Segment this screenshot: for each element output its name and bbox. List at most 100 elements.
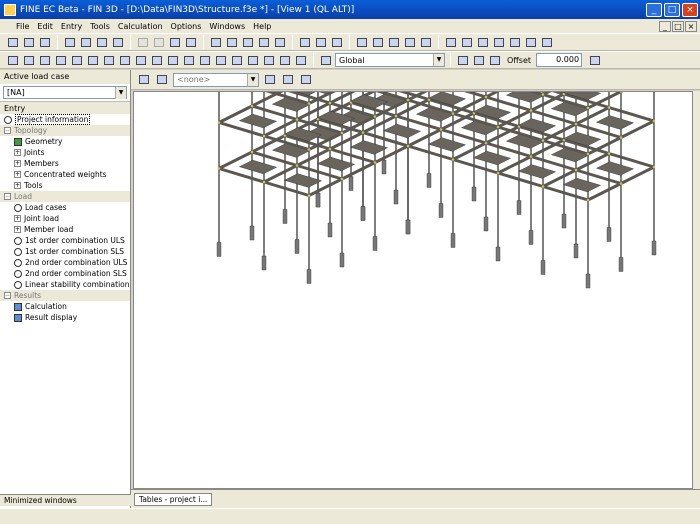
properties-icon[interactable] — [294, 53, 308, 67]
expand-icon[interactable]: + — [14, 215, 21, 222]
tree-item-calculation[interactable]: Calculation — [0, 301, 130, 312]
expand-icon[interactable]: + — [14, 226, 21, 233]
tree-item-tools[interactable]: + Tools — [0, 180, 130, 191]
results-icon[interactable] — [540, 35, 554, 49]
joints-icon[interactable] — [492, 35, 506, 49]
iso-view-icon[interactable] — [403, 35, 417, 49]
collapse-icon[interactable]: − — [4, 127, 11, 134]
expand-icon[interactable]: + — [14, 149, 21, 156]
tree-item-linear-stability-combination[interactable]: Linear stability combination — [0, 279, 130, 290]
filter-icon[interactable] — [299, 73, 313, 87]
cut-icon[interactable] — [79, 35, 93, 49]
menu-calculation[interactable]: Calculation — [118, 22, 163, 31]
menu-options[interactable]: Options — [171, 22, 202, 31]
table-icon[interactable] — [168, 35, 182, 49]
tree-item-members[interactable]: + Members — [0, 158, 130, 169]
tree-item-joints[interactable]: + Joints — [0, 147, 130, 158]
next-icon[interactable] — [281, 73, 295, 87]
coordinate-system-icon[interactable] — [319, 53, 333, 67]
member-icon[interactable] — [38, 53, 52, 67]
tree-item-project-information[interactable]: Project information — [0, 114, 130, 125]
zoom-fit-icon[interactable] — [273, 35, 287, 49]
ortho-icon[interactable] — [488, 53, 502, 67]
offset-input[interactable]: 0.000 — [536, 53, 583, 67]
extrude-icon[interactable] — [198, 53, 212, 67]
minimize-button[interactable]: _ — [646, 2, 662, 17]
delete-icon[interactable] — [278, 53, 292, 67]
node-icon[interactable] — [22, 53, 36, 67]
tree-item-member-load[interactable]: + Member load — [0, 224, 130, 235]
structure-3d-view[interactable] — [133, 91, 693, 489]
snap-icon[interactable] — [472, 53, 486, 67]
pan-icon[interactable] — [298, 35, 312, 49]
menu-entry[interactable]: Entry — [61, 22, 82, 31]
menu-edit[interactable]: Edit — [37, 22, 53, 31]
open-icon[interactable] — [22, 35, 36, 49]
copy-icon[interactable] — [95, 35, 109, 49]
view-settings-icon[interactable] — [137, 73, 151, 87]
zoom-out-icon[interactable] — [225, 35, 239, 49]
hinge-icon[interactable] — [70, 53, 84, 67]
maximize-button[interactable]: □ — [664, 2, 680, 17]
menu-tools[interactable]: Tools — [90, 22, 110, 31]
divide-icon[interactable] — [214, 53, 228, 67]
tree-item-joint-load[interactable]: + Joint load — [0, 213, 130, 224]
zoom-window-icon[interactable] — [241, 35, 255, 49]
print-icon[interactable] — [63, 35, 77, 49]
menu-windows[interactable]: Windows — [209, 22, 245, 31]
tree-item-1st-order-combination-uls[interactable]: 1st order combination ULS — [0, 235, 130, 246]
rotate-icon[interactable] — [314, 35, 328, 49]
collapse-icon[interactable]: − — [4, 193, 11, 200]
dimension-icon[interactable] — [444, 35, 458, 49]
tree-item-geometry[interactable]: Geometry — [0, 136, 130, 147]
tree-item-result-display[interactable]: Result display — [0, 312, 130, 323]
active-load-case-select[interactable]: [NA] ▼ — [3, 86, 127, 99]
undo-icon[interactable] — [136, 35, 150, 49]
merge-icon[interactable] — [246, 53, 260, 67]
save-icon[interactable] — [38, 35, 52, 49]
axes-icon[interactable] — [419, 35, 433, 49]
expand-icon[interactable]: + — [14, 171, 21, 178]
minimized-windows-bar[interactable]: Minimized windows — [0, 494, 131, 506]
menu-help[interactable]: Help — [253, 22, 271, 31]
load-icon[interactable] — [102, 53, 116, 67]
tree-item-load-cases[interactable]: Load cases — [0, 202, 130, 213]
zoom-all-icon[interactable] — [257, 35, 271, 49]
top-view-icon[interactable] — [387, 35, 401, 49]
expand-icon[interactable]: + — [14, 182, 21, 189]
previous-icon[interactable] — [263, 73, 277, 87]
members-icon[interactable] — [476, 35, 490, 49]
zoom-in-icon[interactable] — [209, 35, 223, 49]
tree-item-1st-order-combination-sls[interactable]: 1st order combination SLS — [0, 246, 130, 257]
selection-icon[interactable] — [155, 73, 169, 87]
collapse-icon[interactable]: − — [4, 292, 11, 299]
tree-item-2nd-order-combination-uls[interactable]: 2nd order combination ULS — [0, 257, 130, 268]
list-icon[interactable] — [184, 35, 198, 49]
select-icon[interactable] — [6, 53, 20, 67]
mdi-restore-button[interactable]: □ — [672, 20, 684, 32]
mdi-close-button[interactable]: × — [685, 20, 697, 32]
coordinate-system-select[interactable]: Global ▼ — [335, 53, 445, 67]
mdi-minimize-button[interactable]: _ — [659, 20, 671, 32]
menu-file[interactable]: File — [16, 22, 29, 31]
loads-icon[interactable] — [524, 35, 538, 49]
mirror-icon[interactable] — [166, 53, 180, 67]
labels-icon[interactable] — [460, 35, 474, 49]
paste-icon[interactable] — [111, 35, 125, 49]
grid-icon[interactable] — [456, 53, 470, 67]
apply-offset-icon[interactable] — [588, 53, 602, 67]
copy-member-icon[interactable] — [150, 53, 164, 67]
support-icon[interactable] — [54, 53, 68, 67]
side-view-icon[interactable] — [371, 35, 385, 49]
expand-icon[interactable]: + — [14, 160, 21, 167]
orbit-icon[interactable] — [330, 35, 344, 49]
release-icon[interactable] — [86, 53, 100, 67]
view-scrollbar[interactable] — [693, 91, 700, 489]
move-icon[interactable] — [182, 53, 196, 67]
align-icon[interactable] — [262, 53, 276, 67]
tree-item-2nd-order-combination-sls[interactable]: 2nd order combination SLS — [0, 268, 130, 279]
close-button[interactable]: × — [682, 2, 698, 17]
distributed-load-icon[interactable] — [118, 53, 132, 67]
split-icon[interactable] — [230, 53, 244, 67]
redo-icon[interactable] — [152, 35, 166, 49]
